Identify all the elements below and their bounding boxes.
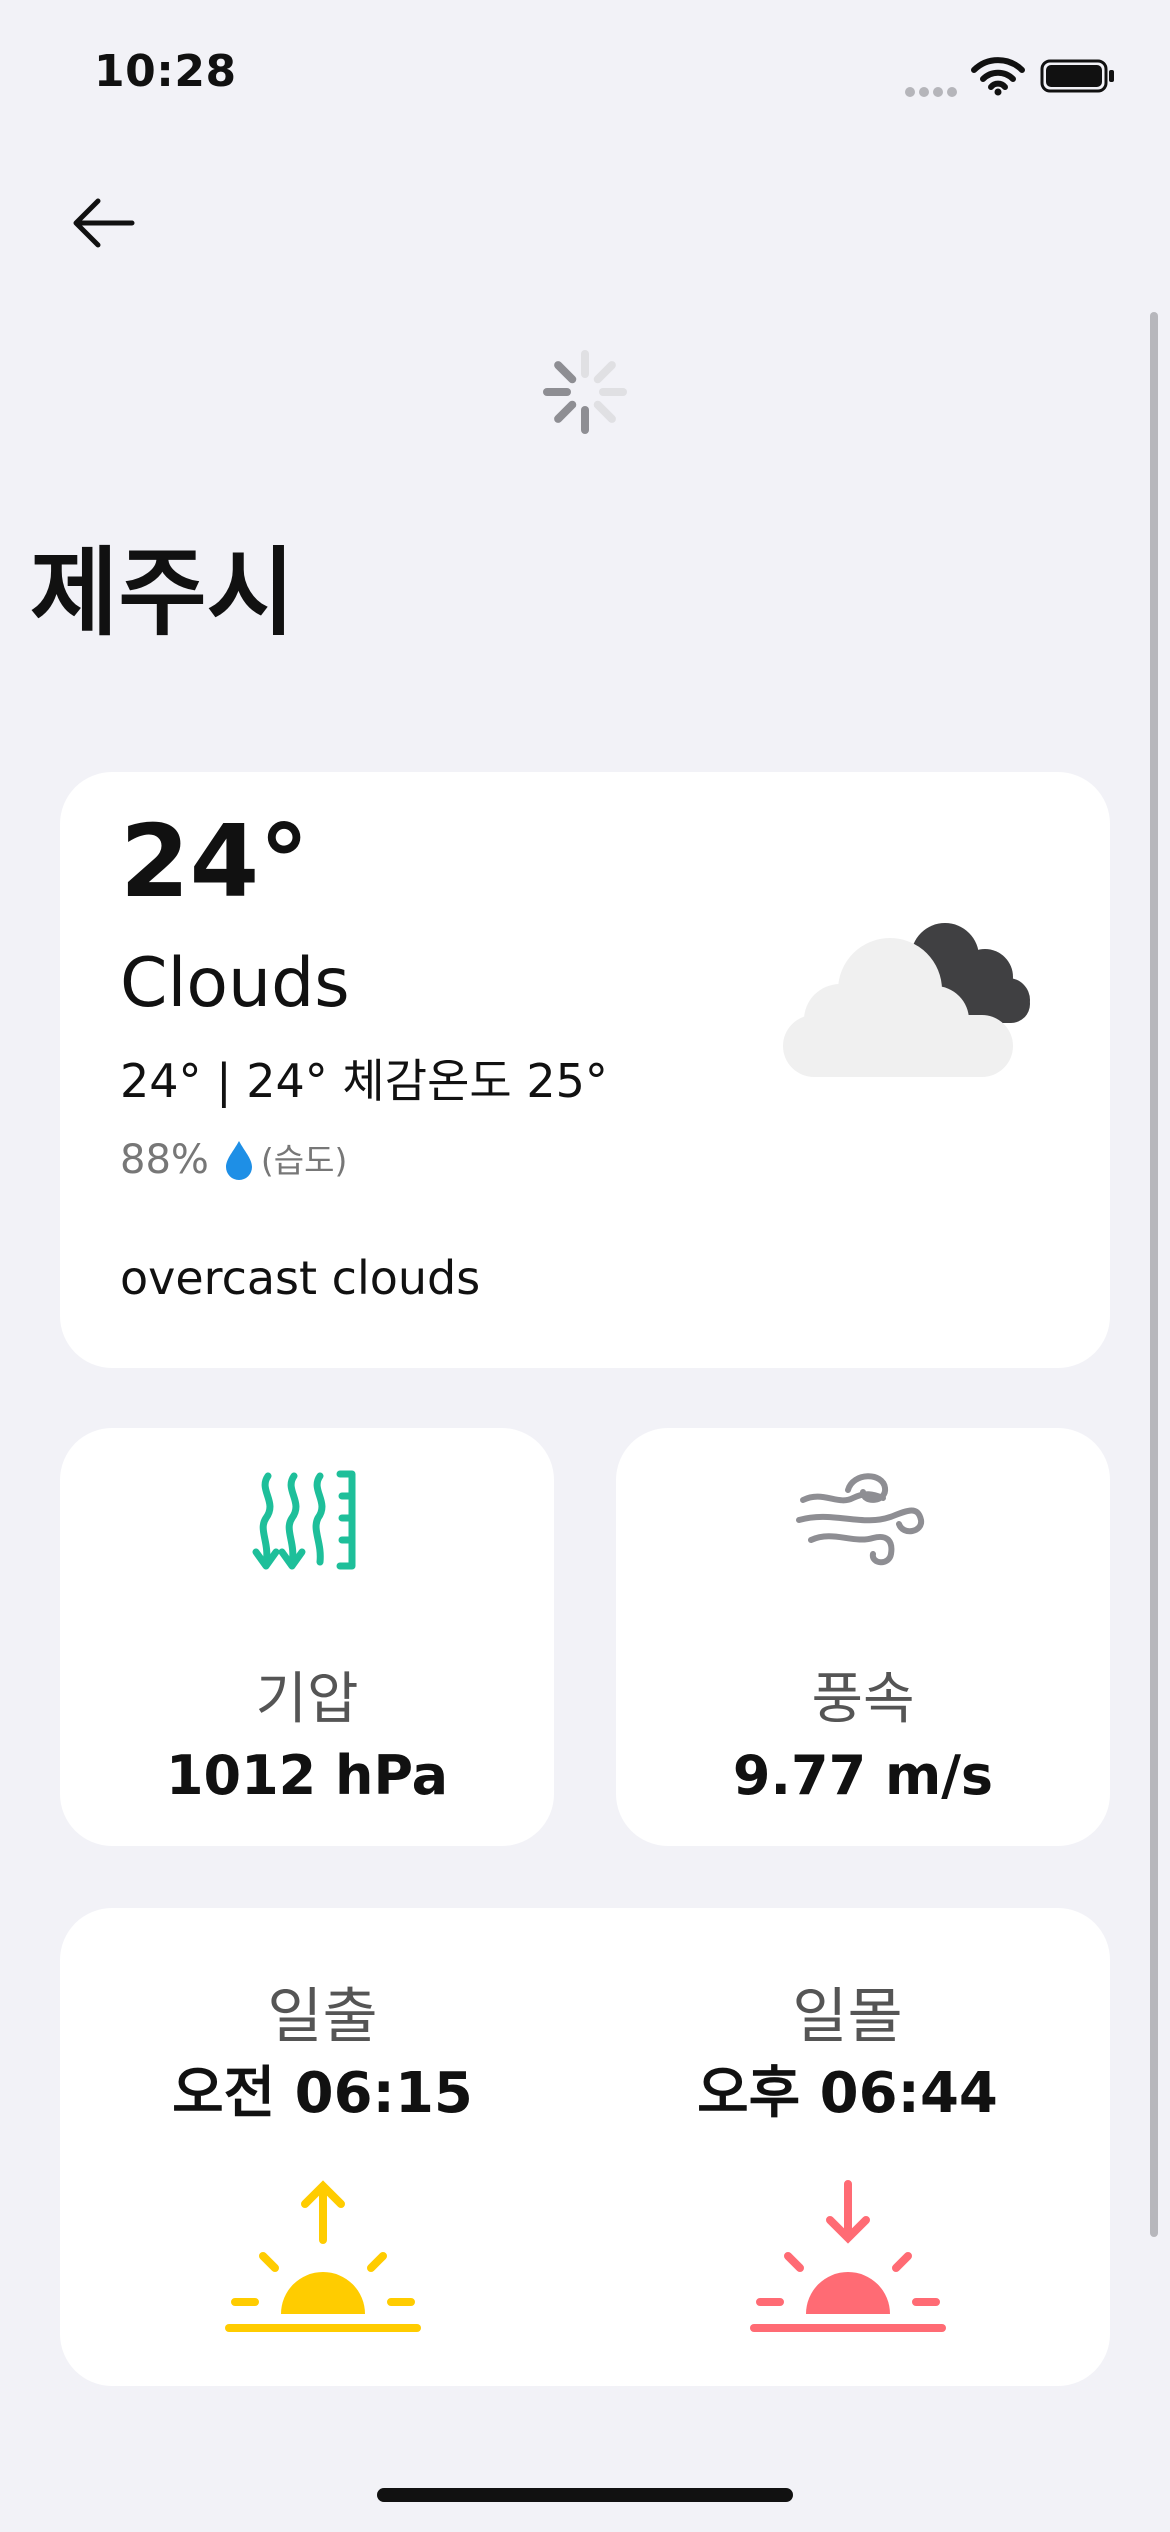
sunrise-label: 일출 [267, 1982, 378, 2052]
wind-icon [616, 1468, 1110, 1582]
sunset-time: 오후 06:44 [697, 2061, 998, 2126]
wind-speed-label: 풍속 [811, 1667, 915, 1732]
water-drop-icon [225, 1141, 252, 1180]
humidity-label: (습도) [260, 1140, 348, 1180]
cloud-night-icon [780, 905, 1060, 1089]
wind-speed-value: 9.77 m/s [732, 1744, 994, 1807]
cellular-signal-icon [905, 82, 961, 101]
pressure-card: 기압 1012 hPa [60, 1428, 554, 1846]
wind-speed-card: 풍속 9.77 m/s [616, 1428, 1110, 1846]
temperature-detail: 24° | 24° 체감온도 25° [120, 1054, 608, 1108]
battery-icon [1040, 58, 1116, 98]
spinner-icon [540, 347, 630, 441]
back-button[interactable] [70, 195, 136, 255]
pressure-label: 기압 [255, 1667, 359, 1732]
city-title: 제주시 [30, 537, 295, 649]
sunset-icon [585, 2178, 1110, 2342]
status-time: 10:28 [94, 46, 237, 97]
sunrise-section: 일출 오전 06:15 [60, 1908, 585, 2386]
pressure-value: 1012 hPa [165, 1744, 449, 1807]
weather-condition: Clouds [120, 944, 350, 1023]
sunset-label: 일몰 [792, 1982, 903, 2052]
humidity-value: 88% [120, 1137, 209, 1183]
weather-description: overcast clouds [120, 1251, 481, 1305]
current-temperature: 24° [120, 803, 310, 920]
sunset-section: 일몰 오후 06:44 [585, 1908, 1110, 2386]
sunrise-icon [60, 2178, 585, 2342]
home-indicator[interactable] [377, 2488, 793, 2502]
sun-times-card: 일출 오전 06:15 일몰 오후 06:44 [60, 1908, 1110, 2386]
arrow-left-icon [73, 198, 135, 248]
sunrise-time: 오전 06:15 [172, 2061, 473, 2126]
wifi-icon [970, 56, 1026, 100]
scrollbar[interactable] [1150, 312, 1158, 2237]
pressure-arrows-icon [60, 1468, 554, 1582]
humidity-row: 88% (습도) [120, 1138, 347, 1182]
